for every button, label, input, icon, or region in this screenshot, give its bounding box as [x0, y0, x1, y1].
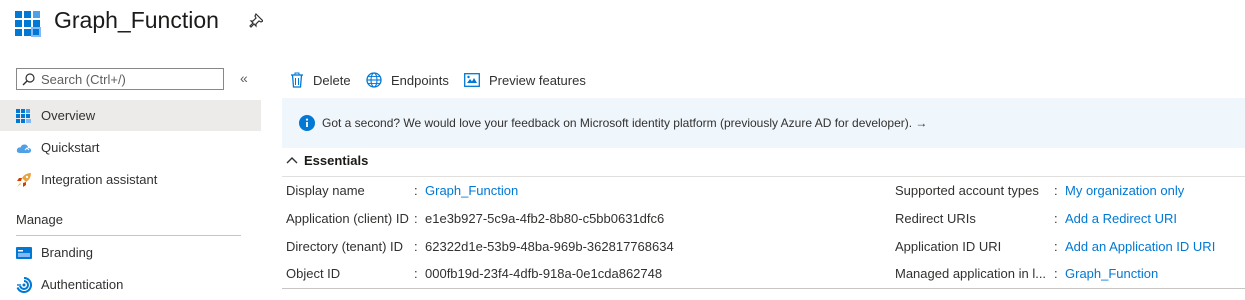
delete-button[interactable]: Delete	[290, 70, 351, 90]
rocket-icon	[17, 173, 31, 187]
delete-label: Delete	[313, 72, 351, 88]
redirect-uris-label: Redirect URIs	[895, 211, 976, 226]
client-id-label: Application (client) ID	[286, 211, 409, 226]
separator: :	[1054, 211, 1058, 226]
object-id-value: 000fb19d-23f4-4dfb-918a-0e1cda862748	[425, 266, 663, 281]
separator: :	[1054, 239, 1058, 254]
feedback-banner-text: Got a second? We would love your feedbac…	[322, 116, 928, 130]
application-id-uri-value[interactable]: Add an Application ID URI	[1065, 239, 1215, 254]
sidebar-item-authentication[interactable]: Authentication	[0, 269, 261, 300]
preview-features-button[interactable]: Preview features	[464, 70, 586, 90]
managed-application-value[interactable]: Graph_Function	[1065, 266, 1158, 281]
separator: :	[1054, 183, 1058, 198]
preview-features-label: Preview features	[489, 72, 586, 88]
collapse-sidebar-icon[interactable]: «	[240, 70, 248, 86]
separator: :	[414, 266, 418, 281]
sidebar-item-branding[interactable]: Branding	[0, 237, 261, 268]
app-registration-icon	[15, 11, 41, 37]
essentials-heading[interactable]: Essentials	[304, 153, 368, 168]
sidebar-item-label: Integration assistant	[41, 172, 158, 187]
tenant-id-value: 62322d1e-53b9-48ba-969b-362817768634	[425, 239, 674, 254]
separator: :	[414, 183, 418, 198]
pin-icon[interactable]	[249, 13, 263, 29]
manage-section-heading: Manage	[16, 212, 63, 227]
sidebar-item-label: Quickstart	[41, 140, 100, 155]
application-id-uri-label: Application ID URI	[895, 239, 1002, 254]
supported-account-types-value[interactable]: My organization only	[1065, 183, 1184, 198]
essentials-divider	[282, 176, 1245, 177]
branding-icon	[16, 247, 32, 259]
cloud-icon	[16, 144, 32, 153]
sidebar-item-overview[interactable]: Overview	[0, 100, 261, 131]
sidebar-item-label: Authentication	[41, 277, 124, 292]
sidebar-item-integration-assistant[interactable]: Integration assistant	[0, 164, 261, 195]
separator: :	[414, 211, 418, 226]
search-input[interactable]: Search (Ctrl+/)	[16, 68, 224, 90]
display-name-label: Display name	[286, 183, 365, 198]
info-icon	[299, 115, 315, 131]
essentials-bottom-divider	[282, 288, 1245, 289]
chevron-up-icon[interactable]	[286, 155, 298, 165]
managed-application-label: Managed application in l...	[895, 266, 1047, 281]
endpoints-button[interactable]: Endpoints	[366, 70, 449, 90]
page-title: Graph_Function	[54, 7, 219, 33]
search-placeholder: Search (Ctrl+/)	[41, 72, 126, 87]
sidebar-item-label: Overview	[41, 108, 96, 123]
endpoints-label: Endpoints	[391, 72, 449, 88]
separator: :	[1054, 266, 1058, 281]
sidebar-item-label: Branding	[41, 245, 94, 260]
preview-features-icon	[464, 73, 480, 87]
grid-icon	[16, 109, 31, 123]
search-icon	[22, 73, 35, 86]
redirect-uris-value[interactable]: Add a Redirect URI	[1065, 211, 1177, 226]
display-name-value[interactable]: Graph_Function	[425, 183, 518, 198]
separator: :	[414, 239, 418, 254]
client-id-value: e1e3b927-5c9a-4fb2-8b80-c5bb0631dfc6	[425, 211, 665, 226]
globe-icon	[366, 72, 382, 88]
supported-account-types-label: Supported account types	[895, 183, 1039, 198]
feedback-banner[interactable]: Got a second? We would love your feedbac…	[282, 98, 1245, 148]
trash-icon	[291, 72, 303, 88]
sidebar-item-quickstart[interactable]: Quickstart	[0, 132, 261, 163]
tenant-id-label: Directory (tenant) ID	[286, 239, 404, 254]
section-divider	[16, 235, 241, 236]
authentication-icon	[16, 277, 32, 293]
object-id-label: Object ID	[286, 266, 341, 281]
